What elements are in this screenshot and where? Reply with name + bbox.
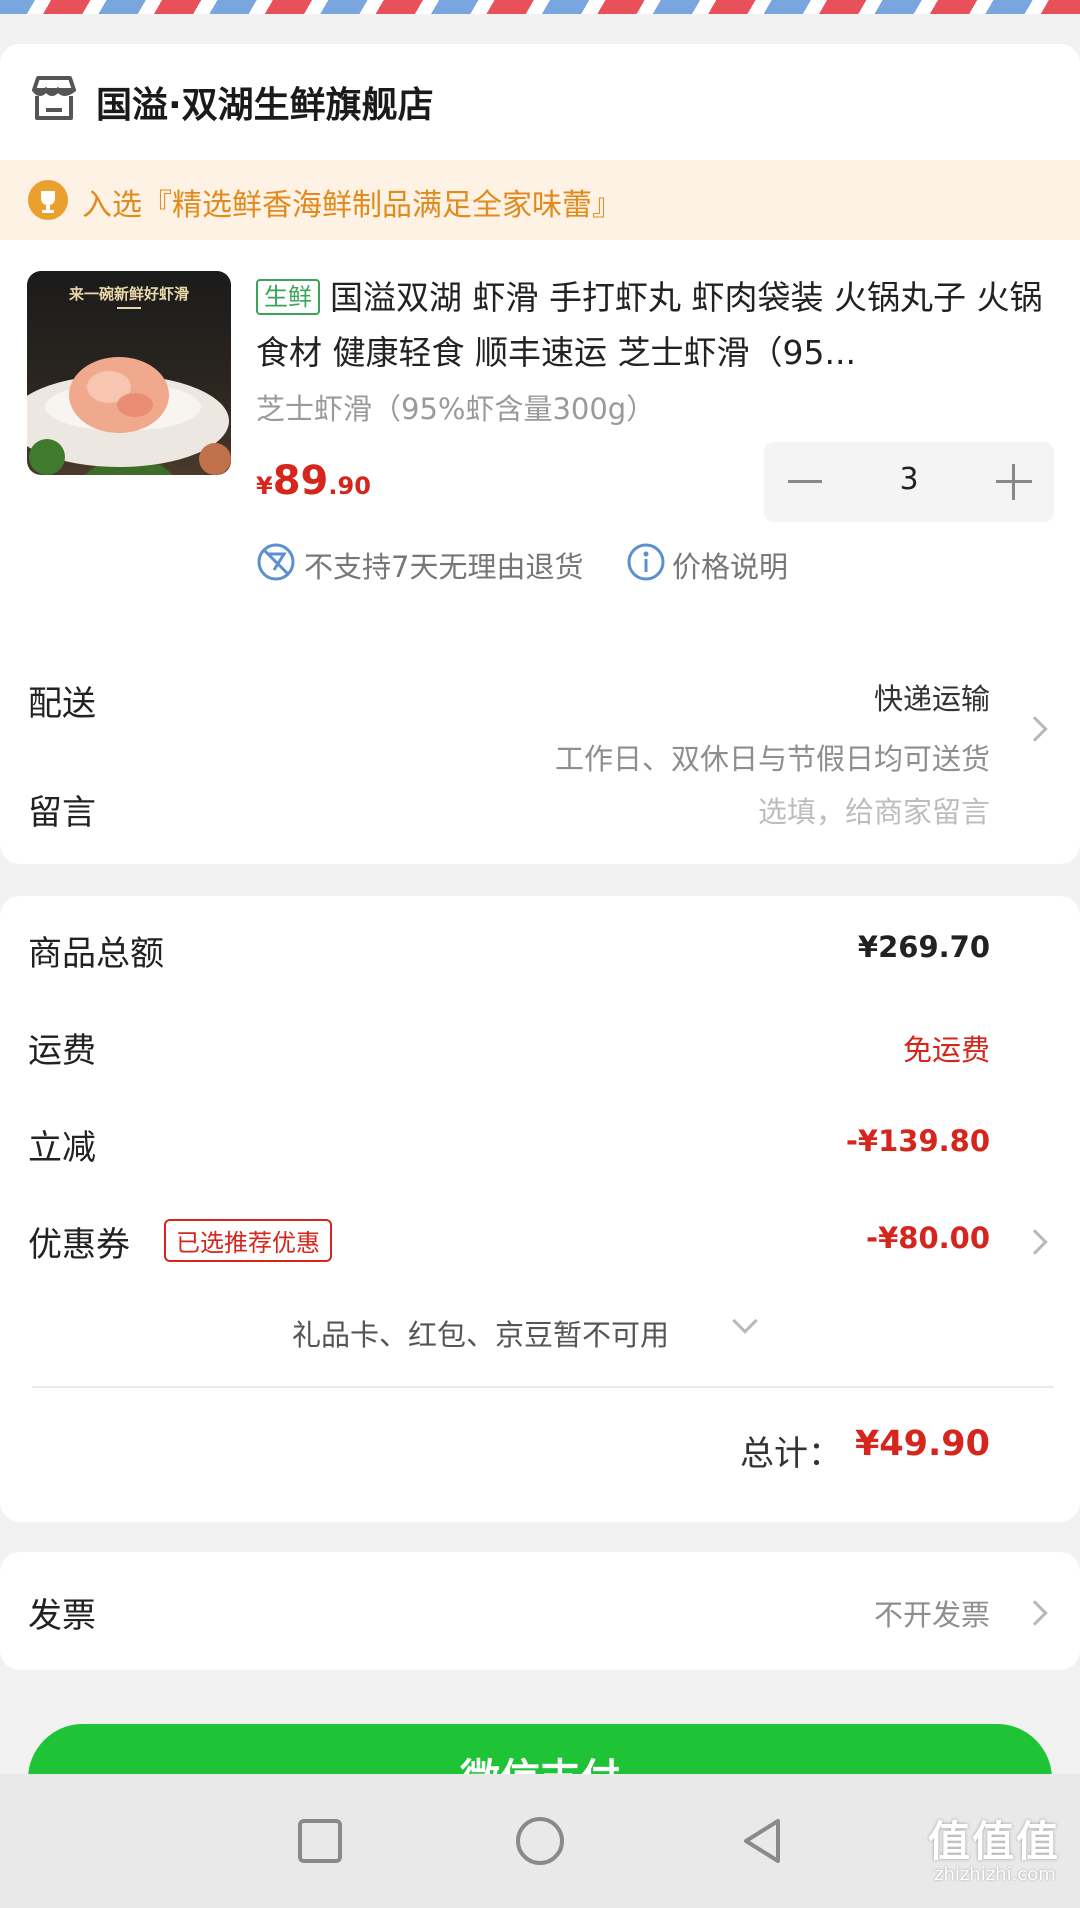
total-row: 总计： ¥49.90 xyxy=(0,1422,1080,1482)
delivery-method: 快递运输 xyxy=(873,682,990,716)
fresh-tag: 生鲜 xyxy=(256,279,320,315)
product-image-caption: 来一碗新鲜好虾滑 xyxy=(68,285,189,303)
store-name: 国溢·双湖生鲜旗舰店 xyxy=(96,85,434,126)
chevron-down-icon xyxy=(732,1308,758,1334)
quantity-value[interactable]: 3 xyxy=(864,462,954,497)
goods-total-value: ¥269.70 xyxy=(857,930,990,964)
selection-banner[interactable]: 入选『精选鲜香海鲜制品满足全家味蕾』 xyxy=(0,160,1080,240)
airmail-border xyxy=(0,0,1080,14)
delivery-label: 配送 xyxy=(28,684,96,724)
decrease-button[interactable] xyxy=(788,480,822,483)
price-decimal: .90 xyxy=(328,472,371,500)
shipping-row: 运费 免运费 xyxy=(0,1023,1080,1083)
product-image[interactable]: 来一碗新鲜好虾滑 xyxy=(27,271,231,475)
quantity-stepper: 3 xyxy=(764,442,1054,522)
home-button[interactable] xyxy=(516,1817,564,1865)
discount-row: 立减 -¥139.80 xyxy=(0,1120,1080,1180)
chevron-right-icon xyxy=(1022,1600,1048,1626)
chevron-right-icon xyxy=(1022,716,1048,742)
price-summary-card: 商品总额 ¥269.70 运费 免运费 立减 -¥139.80 优惠券 已选推荐… xyxy=(0,896,1080,1522)
invoice-label: 发票 xyxy=(28,1596,96,1636)
price-symbol: ¥ xyxy=(256,472,273,500)
shipping-value: 免运费 xyxy=(902,1033,990,1067)
no-return-text: 不支持7天无理由退货 xyxy=(304,550,584,584)
coupon-value: -¥80.00 xyxy=(866,1221,990,1255)
message-label: 留言 xyxy=(28,793,96,833)
product-image-divider xyxy=(117,307,141,309)
message-row[interactable]: 留言 选填，给商家留言 xyxy=(0,779,1080,859)
watermark-url: zhizhizhi.com xyxy=(934,1864,1056,1885)
no-return-icon xyxy=(256,542,296,582)
system-nav-bar: 值值值 zhizhizhi.com xyxy=(0,1774,1080,1908)
watermark-logo: 值值值 xyxy=(928,1817,1061,1866)
shipping-label: 运费 xyxy=(28,1031,96,1071)
coupon-label: 优惠券 xyxy=(28,1225,130,1265)
unavailable-text: 礼品卡、红包、京豆暂不可用 xyxy=(292,1318,670,1352)
increase-button[interactable] xyxy=(996,464,1032,500)
info-icon[interactable] xyxy=(626,542,666,582)
delivery-row[interactable]: 配送 快递运输 工作日、双休日与节假日均可送货 xyxy=(0,624,1080,776)
product-title: 国溢双湖 虾滑 手打虾丸 虾肉袋装 火锅丸子 火锅食材 健康轻食 顺丰速运 芝士… xyxy=(256,278,1043,372)
policy-row: 不支持7天无理由退货 价格说明 xyxy=(256,542,1056,586)
unavailable-row[interactable]: 礼品卡、红包、京豆暂不可用 xyxy=(0,1306,1080,1366)
coupon-row[interactable]: 优惠券 已选推荐优惠 -¥80.00 xyxy=(0,1217,1080,1277)
message-input[interactable]: 选填，给商家留言 xyxy=(758,789,990,831)
goods-total-label: 商品总额 xyxy=(28,934,164,974)
goods-total-row: 商品总额 ¥269.70 xyxy=(0,926,1080,986)
summary-divider xyxy=(32,1386,1054,1388)
plus-icon-vertical xyxy=(1012,464,1015,500)
price-info-link[interactable]: 价格说明 xyxy=(672,544,788,586)
total-value: ¥49.90 xyxy=(854,1424,990,1464)
back-triangle-icon xyxy=(744,1819,780,1863)
product-title-block[interactable]: 生鲜 国溢双湖 虾滑 手打虾丸 虾肉袋装 火锅丸子 火锅食材 健康轻食 顺丰速运 … xyxy=(256,270,1056,380)
product-spec[interactable]: 芝士虾滑（95%虾含量300g） xyxy=(256,386,655,428)
discount-label: 立减 xyxy=(28,1128,96,1168)
delivery-note: 工作日、双休日与节假日均可送货 xyxy=(554,742,990,776)
recent-apps-button[interactable] xyxy=(298,1819,342,1863)
trophy-icon xyxy=(28,180,68,220)
discount-value: -¥139.80 xyxy=(845,1124,990,1158)
store-header[interactable]: 国溢·双湖生鲜旗舰店 xyxy=(0,44,1080,160)
banner-text: 入选『精选鲜香海鲜制品满足全家味蕾』 xyxy=(82,188,622,223)
price-integer: 89 xyxy=(272,458,329,504)
invoice-card[interactable]: 发票 不开发票 xyxy=(0,1552,1080,1670)
coupon-badge: 已选推荐优惠 xyxy=(164,1219,332,1262)
back-button[interactable] xyxy=(738,1816,788,1866)
order-card: 国溢·双湖生鲜旗舰店 入选『精选鲜香海鲜制品满足全家味蕾』 来一碗新鲜好虾滑 生… xyxy=(0,44,1080,864)
chevron-right-icon xyxy=(1022,1229,1048,1255)
store-icon xyxy=(28,72,80,124)
product-price: ¥89.90 xyxy=(256,458,371,504)
total-label: 总计： xyxy=(740,1434,842,1474)
invoice-value: 不开发票 xyxy=(873,1598,990,1632)
